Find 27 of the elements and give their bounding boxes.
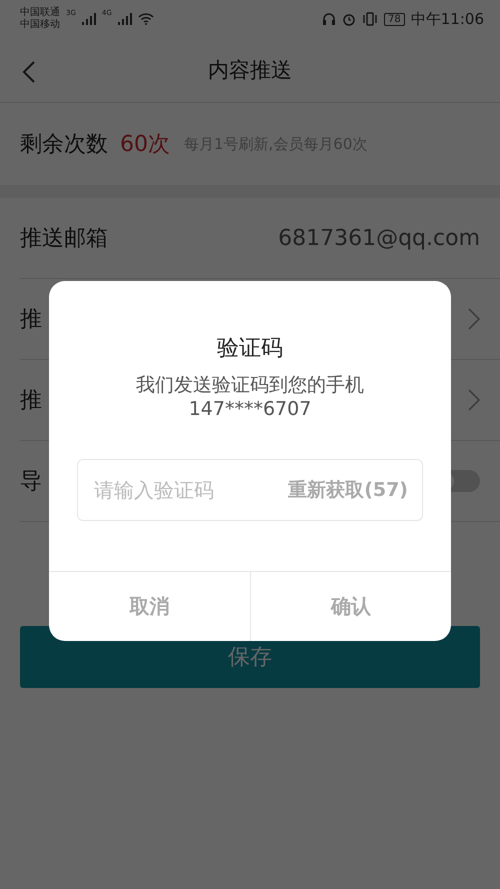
setting-value: 6817361@qq.com [278,226,480,250]
signal-icon [82,13,96,25]
dialog-button[interactable]: 确认 [250,572,451,641]
page-title: 内容推送 [208,57,292,84]
wifi-icon [138,13,154,25]
quota-label: 剩余次数 [20,131,108,159]
signal-icon [118,13,132,25]
setting-label: 导 [20,468,42,496]
dialog-message: 我们发送验证码到您的手机 [136,373,364,397]
back-icon[interactable] [22,60,36,84]
dialog-title: 验证码 [217,335,283,363]
carrier-name: 中国移动 [20,19,60,31]
battery-level: 78 [384,12,405,26]
code-input-field[interactable]: 请输入验证码 重新获取(57) [77,459,423,521]
vibrate-icon [362,12,378,26]
phone-number: 147****6707 [188,397,312,421]
chevron-right-icon [468,308,480,330]
setting-label: 推 [20,306,42,334]
chevron-right-icon [468,389,480,411]
setting-label: 推 [20,387,42,415]
carrier-name: 中国联通 [20,7,60,18]
resend-button[interactable]: 重新获取(57) [288,477,408,503]
alarm-icon [342,12,356,26]
quota-count: 60次 [120,131,170,159]
setting-label: 推送邮箱 [20,225,108,253]
status-time: 中午11:06 [410,10,484,28]
headphones-icon [322,12,336,26]
